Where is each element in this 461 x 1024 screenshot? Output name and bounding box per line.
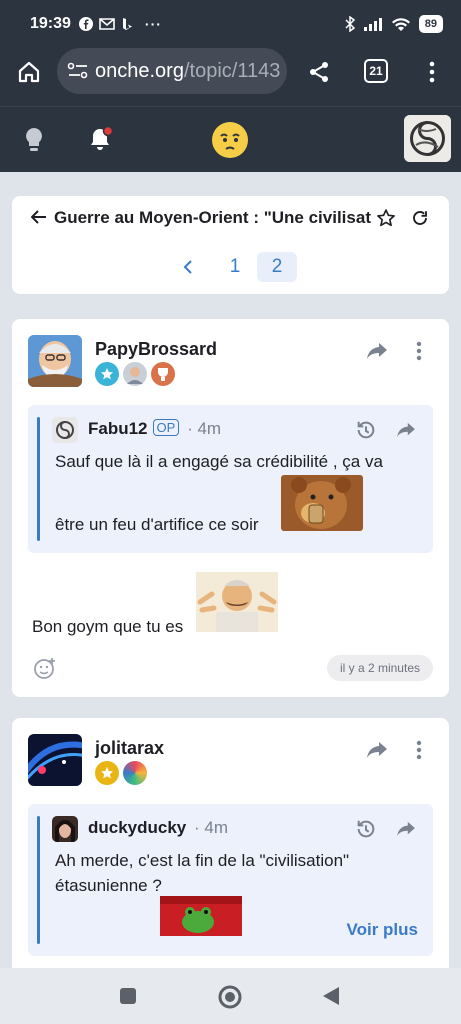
prev-page-button[interactable] — [176, 252, 200, 282]
signal-icon — [363, 18, 382, 31]
battery-indicator: 89 — [418, 15, 443, 33]
history-icon[interactable] — [353, 417, 379, 443]
lightbulb-icon[interactable] — [20, 125, 48, 155]
bing-icon — [122, 18, 132, 30]
back-button[interactable] — [320, 985, 342, 1007]
quoted-message[interactable]: Fabu12 OP · 4m Sauf que là il a engagé sa… — [28, 405, 433, 553]
post-card: jolitarax duckyducky · 4m Ah merde, c'es… — [12, 718, 449, 968]
url-host: onche.org — [95, 59, 184, 82]
add-reaction-icon[interactable] — [32, 655, 58, 681]
frog-sticker — [160, 896, 242, 936]
share-post-icon[interactable] — [364, 339, 390, 363]
quoted-author-name[interactable]: Fabu12 — [88, 419, 148, 438]
page-2-button[interactable]: 2 — [257, 252, 297, 282]
share-quote-icon[interactable] — [394, 817, 418, 841]
favorite-star-icon[interactable] — [374, 206, 398, 230]
quote-bar — [37, 816, 40, 944]
topic-header-card: Guerre au Moyen-Orient : "Une civilisati… — [12, 196, 449, 294]
colorful-badge — [123, 761, 147, 785]
site-settings-icon[interactable] — [67, 61, 89, 81]
see-more-link[interactable]: Voir plus — [347, 920, 418, 940]
trophy-badge — [151, 362, 175, 386]
tab-switcher-button[interactable]: 21 — [364, 59, 388, 83]
quoted-author-avatar[interactable] — [52, 417, 78, 443]
gold-star-badge — [95, 761, 119, 785]
post-author-avatar[interactable] — [28, 335, 82, 387]
tab-count: 21 — [369, 64, 383, 78]
recent-apps-button[interactable] — [118, 986, 138, 1006]
status-time: 19:39 — [30, 15, 71, 32]
triangle-back-icon — [323, 987, 339, 1005]
post-timestamp: il y a 2 minutes — [326, 655, 433, 681]
quote-time: · 4m — [187, 419, 222, 438]
site-logo-icon[interactable] — [211, 121, 249, 159]
page-1-button[interactable]: 1 — [222, 252, 248, 282]
post-author-name[interactable]: PapyBrossard — [95, 339, 217, 360]
circle-icon — [218, 985, 242, 1009]
wifi-icon — [391, 17, 410, 31]
notifications-bell-icon[interactable] — [86, 124, 116, 154]
op-badge: OP — [152, 419, 180, 436]
refresh-icon[interactable] — [408, 206, 432, 230]
mustache-sticker — [196, 572, 278, 632]
quoted-message[interactable]: duckyducky · 4m Ah merde, c'est la fin d… — [28, 804, 433, 956]
quoted-author-avatar[interactable] — [52, 816, 78, 842]
bluetooth-icon — [345, 16, 355, 32]
square-icon — [120, 988, 136, 1004]
topic-title: Guerre au Moyen-Orient : "Une civilisati — [54, 208, 372, 227]
notification-icons: ··· — [78, 16, 162, 32]
quoted-author-header: duckyducky · 4m — [88, 818, 228, 838]
share-icon[interactable] — [305, 58, 333, 86]
quote-text-line1: Ah merde, c'est la fin de la "civilisati… — [55, 851, 350, 870]
history-icon[interactable] — [353, 816, 379, 842]
drinking-sticker — [281, 475, 363, 531]
url-path: /topic/1143 — [183, 59, 281, 82]
post-menu-icon[interactable] — [410, 337, 428, 365]
quoted-author-name[interactable]: duckyducky — [88, 818, 186, 837]
status-bar: 19:39 ··· 89 — [0, 0, 461, 48]
quote-bar — [37, 417, 40, 541]
quote-text-line2: étasunienne ? — [55, 876, 162, 895]
quote-text-line1: Sauf que là il a engagé sa crédibilité ,… — [55, 452, 383, 471]
post-card: PapyBrossard Fabu12 OP · 4m Sauf que là i… — [12, 319, 449, 697]
system-nav-bar — [0, 968, 461, 1024]
quote-time: · 4m — [194, 818, 228, 837]
facebook-icon — [78, 17, 93, 31]
quoted-author-header: Fabu12 OP · 4m — [88, 419, 221, 439]
post-menu-icon[interactable] — [410, 736, 428, 764]
home-icon[interactable] — [15, 58, 43, 86]
gmail-icon — [99, 18, 115, 30]
home-button[interactable] — [217, 984, 243, 1010]
user-avatar[interactable] — [404, 115, 451, 162]
post-author-avatar[interactable] — [28, 734, 82, 786]
site-header — [0, 106, 461, 172]
share-quote-icon[interactable] — [394, 418, 418, 442]
post-author-name[interactable]: jolitarax — [95, 738, 164, 759]
more-notifications-icon: ··· — [144, 16, 162, 32]
quote-text-line2: être un feu d'artifice ce soir — [55, 515, 259, 534]
rank-badge — [95, 362, 119, 386]
browser-toolbar: onche.org/topic/1143 21 — [0, 48, 461, 106]
post-text: Bon goym que tu es — [32, 617, 184, 636]
back-arrow-icon[interactable] — [28, 206, 50, 228]
share-post-icon[interactable] — [364, 738, 390, 762]
browser-menu-icon[interactable] — [420, 58, 444, 86]
url-bar[interactable]: onche.org/topic/1143 — [57, 48, 287, 94]
avatar-badge — [123, 362, 147, 386]
